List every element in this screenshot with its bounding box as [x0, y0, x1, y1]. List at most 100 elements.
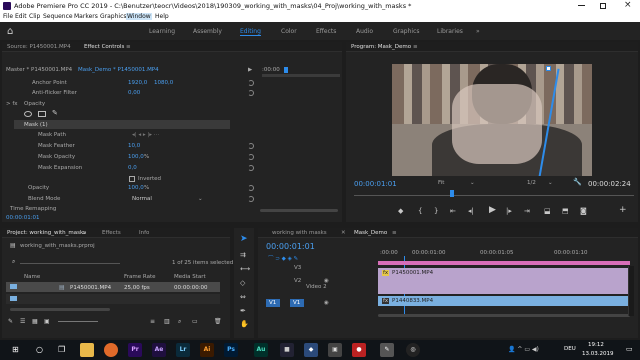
file-explorer-icon[interactable] [80, 343, 94, 357]
program-scrubber[interactable] [354, 192, 634, 196]
app-icon[interactable]: ● [352, 343, 366, 357]
workspaces-overflow-icon[interactable]: » [476, 28, 480, 35]
mask-feather-value[interactable]: 10,0 [128, 143, 140, 149]
project-menu-icon[interactable]: ≡ [82, 230, 87, 236]
wrench-icon[interactable]: 🔧 [573, 179, 582, 186]
tab-info[interactable]: Info [139, 230, 149, 236]
table-row[interactable] [6, 294, 220, 304]
selection-tool-icon[interactable]: ➤ [240, 235, 248, 244]
column-media-start[interactable]: Media Start [174, 274, 206, 280]
reset-flicker-icon[interactable] [248, 90, 254, 96]
quality-chevron-icon[interactable]: ⌄ [548, 180, 553, 186]
find-icon[interactable]: ⌕ [178, 318, 181, 325]
effect-timecode[interactable]: 00:00:01:01 [6, 215, 40, 221]
track-select-icon[interactable]: ⇉ [240, 252, 246, 259]
zoom-chevron-icon[interactable]: ⌄ [470, 180, 475, 186]
time-remap-label[interactable]: Time Remapping [10, 206, 56, 212]
windows-start-icon[interactable]: ⊞ [12, 346, 19, 354]
lightroom-icon[interactable]: Lr [176, 343, 190, 357]
hand-tool-icon[interactable]: ✋ [240, 321, 249, 328]
tab-mask-demo[interactable]: Mask_Demo [354, 230, 387, 236]
search-icon[interactable]: ⌕ [12, 258, 15, 265]
menu-file[interactable]: File [3, 13, 13, 20]
razor-tool-icon[interactable]: ◇ [240, 280, 245, 287]
close-icon[interactable]: × [624, 0, 632, 10]
mask-expansion-value[interactable]: 0,0 [128, 165, 137, 171]
new-bin-icon[interactable]: ▭ [192, 318, 198, 325]
maximize-icon[interactable] [600, 3, 606, 9]
play-audio-icon[interactable]: ▶ [248, 67, 252, 73]
ellipse-mask-icon[interactable] [24, 111, 32, 117]
quality-select[interactable]: 1/2 [527, 180, 536, 186]
list-view-icon[interactable]: ☰ [20, 318, 25, 325]
illustrator-icon[interactable]: Ai [200, 343, 214, 357]
playhead-marker[interactable] [284, 67, 288, 73]
column-frame-rate[interactable]: Frame Rate [124, 274, 156, 280]
home-icon[interactable]: ⌂ [7, 26, 13, 37]
reset-blend-icon[interactable] [248, 196, 254, 202]
menu-graphics[interactable]: Graphics [100, 13, 127, 20]
timeline-menu-icon[interactable]: ≡ [392, 230, 397, 236]
go-to-in-icon[interactable]: ⇤ [450, 208, 456, 215]
opacity-value[interactable]: 100,0 [128, 185, 144, 191]
clock-time[interactable]: 19:12 [588, 342, 604, 348]
menu-help[interactable]: Help [155, 13, 169, 20]
premiere-icon[interactable]: Pr [128, 343, 142, 357]
reset-opacity-icon[interactable] [248, 185, 254, 191]
freeform-view-icon[interactable]: ▣ [44, 318, 50, 325]
anchor-x-value[interactable]: 1920,0 [128, 80, 147, 86]
tab-working-with-masks[interactable]: working with masks [272, 230, 327, 236]
after-effects-icon[interactable]: Ae [152, 343, 166, 357]
mark-in-icon[interactable]: { [418, 208, 422, 215]
eye-icon[interactable]: ◉ [324, 278, 329, 284]
mark-out-icon[interactable]: } [434, 208, 438, 215]
play-icon[interactable]: ▶ [489, 206, 496, 215]
menu-markers[interactable]: Markers [74, 13, 98, 20]
app-icon[interactable]: ▣ [328, 343, 342, 357]
mask-label[interactable]: Mask (1) [24, 122, 48, 128]
ripple-edit-icon[interactable]: ⟷ [240, 266, 250, 273]
export-frame-icon[interactable]: ◙ [580, 208, 587, 215]
eye-icon[interactable]: ◉ [324, 300, 329, 306]
timeline-timecode[interactable]: 00:00:01:01 [266, 242, 315, 251]
anti-flicker-value[interactable]: 0,00 [128, 90, 140, 96]
pen-mask-icon[interactable]: ✎ [52, 110, 58, 117]
system-tray-icons[interactable]: 👤 ^ ▭ ◀) [508, 346, 539, 353]
icon-view-icon[interactable]: ▦ [32, 318, 38, 325]
extract-icon[interactable]: ⬒ [562, 208, 569, 215]
mask-track-controls[interactable]: ◂| ◂ ▸ |▸ ⋯ [132, 132, 159, 138]
project-scrollbar[interactable] [10, 308, 110, 311]
reset-feather-icon[interactable] [248, 143, 254, 149]
workspace-color[interactable]: Color [281, 28, 297, 35]
reset-anchor-icon[interactable] [248, 80, 254, 86]
reset-expansion-icon[interactable] [248, 165, 254, 171]
button-editor-icon[interactable]: + [619, 206, 627, 215]
add-marker-icon[interactable]: ◆ [398, 208, 403, 215]
language-indicator[interactable]: DEU [564, 346, 576, 352]
program-menu-icon[interactable]: ≡ [413, 44, 418, 50]
app-icon[interactable]: ■ [280, 343, 294, 357]
menu-sequence[interactable]: Sequence [43, 13, 73, 20]
menu-window[interactable]: Window [126, 13, 152, 20]
step-forward-icon[interactable]: |▸ [506, 208, 512, 215]
menu-edit[interactable]: Edit [15, 13, 27, 20]
reset-mask-opacity-icon[interactable] [248, 154, 254, 160]
sequence-clip-path[interactable]: Mask_Demo * P1450001.MP4 [78, 67, 159, 73]
automate-icon[interactable]: ▥ [164, 318, 170, 325]
tab-effect-controls[interactable]: Effect Controls [84, 44, 124, 50]
blend-mode-select[interactable]: Normal [132, 196, 152, 202]
tab-effects[interactable]: Effects [102, 230, 121, 236]
program-video-frame[interactable] [392, 64, 592, 176]
program-timecode[interactable]: 00:00:01:01 [354, 180, 397, 188]
lift-icon[interactable]: ⬓ [544, 208, 551, 215]
app-icon[interactable]: ◆ [304, 343, 318, 357]
workspace-assembly[interactable]: Assembly [193, 28, 222, 35]
clock-date[interactable]: 13.03.2019 [582, 351, 614, 357]
firefox-icon[interactable] [104, 343, 118, 357]
photoshop-icon[interactable]: Ps [224, 343, 238, 357]
search-input[interactable] [20, 257, 120, 264]
pen-tool-icon[interactable]: ✒ [240, 308, 246, 315]
column-name[interactable]: Name [24, 274, 40, 280]
go-to-out-icon[interactable]: ⇥ [524, 208, 530, 215]
timeline-scrollbar[interactable] [378, 314, 630, 317]
